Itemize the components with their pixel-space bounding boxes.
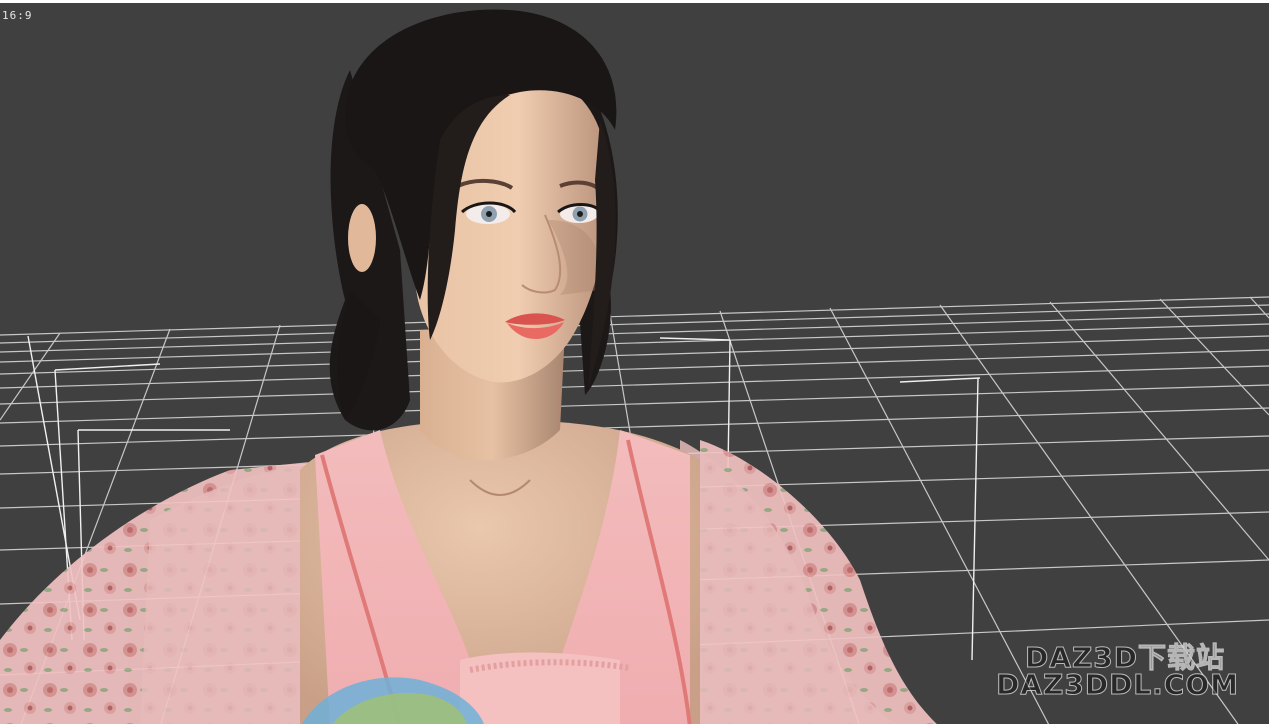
watermark-line2: DAZ3DDL.COM	[996, 668, 1239, 702]
aspect-ratio-label: 16:9	[2, 9, 33, 22]
3d-viewport[interactable]: 16:9 DAZ3D下载站 DAZ3DDL.COM	[0, 0, 1269, 727]
figure-right-sleeve	[680, 440, 940, 727]
viewport-scene[interactable]	[0, 0, 1269, 727]
figure-ear	[348, 204, 376, 272]
